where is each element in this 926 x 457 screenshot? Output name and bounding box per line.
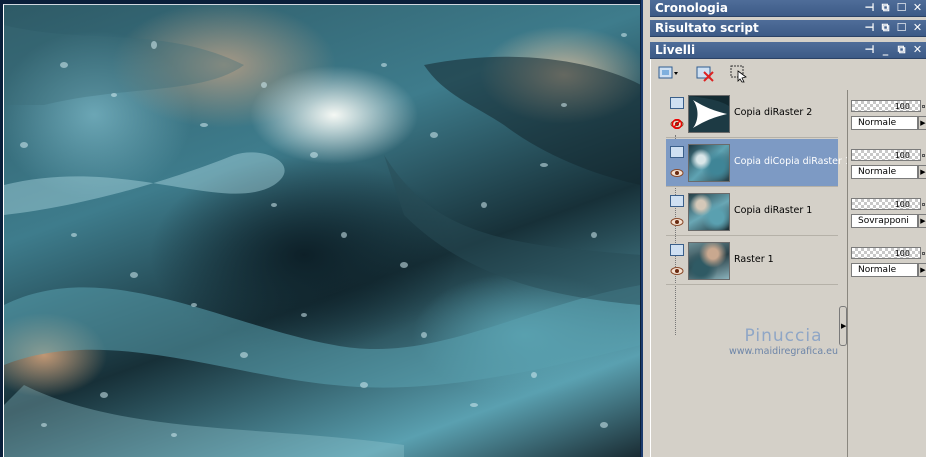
pin-icon[interactable]: ⊣ xyxy=(863,1,876,15)
layer-properties-3: 100 Normale ▶ xyxy=(851,241,926,281)
visibility-on-icon[interactable] xyxy=(670,266,684,275)
script-output-title-text: Risultato script xyxy=(655,21,759,35)
blend-mode-select[interactable]: Sovrapponi xyxy=(851,214,918,228)
blend-dropdown-arrow-icon[interactable]: ▶ xyxy=(918,116,926,130)
visibility-on-icon[interactable] xyxy=(670,217,684,226)
maximize-icon[interactable]: ☐ xyxy=(895,21,908,35)
layer-row-copia-diraster-1[interactable]: Copia diRaster 1 xyxy=(666,188,838,236)
blend-dropdown-arrow-icon[interactable]: ▶ xyxy=(918,214,926,228)
layer-properties-column: 100 Normale ▶ 100 Normale ▶ 100 Sovrappo… xyxy=(847,90,926,457)
visibility-on-icon[interactable] xyxy=(670,168,684,177)
minimize-icon[interactable]: _ xyxy=(879,43,892,57)
opacity-slider[interactable]: 100 xyxy=(851,100,921,112)
layer-name: Copia diRaster 2 xyxy=(734,107,813,118)
layers-toolbar xyxy=(651,59,926,87)
visibility-off-icon[interactable] xyxy=(670,118,684,130)
raster-layer-icon xyxy=(670,244,684,256)
blend-dropdown-arrow-icon[interactable]: ▶ xyxy=(918,263,926,277)
blend-mode-select[interactable]: Normale xyxy=(851,116,918,130)
layer-row-copia-diraster-2[interactable]: Copia diRaster 2 xyxy=(666,90,838,138)
opacity-slider[interactable]: 100 xyxy=(851,149,921,161)
pin-icon[interactable]: ⊣ xyxy=(863,21,876,35)
opacity-handle[interactable] xyxy=(922,154,925,157)
opacity-slider[interactable]: 100 xyxy=(851,198,921,210)
blend-dropdown-arrow-icon[interactable]: ▶ xyxy=(918,165,926,179)
layer-name: Copia diRaster 1 xyxy=(734,205,813,216)
history-title-buttons: ⊣ ⧉ ☐ ✕ xyxy=(863,1,924,16)
selection-icon[interactable] xyxy=(728,63,750,83)
blend-mode-select[interactable]: Normale xyxy=(851,165,918,179)
delete-layer-icon[interactable] xyxy=(695,63,717,83)
layer-name: Raster 1 xyxy=(734,254,774,265)
opacity-slider[interactable]: 100 xyxy=(851,247,921,259)
script-output-panel-title[interactable]: Risultato script ⊣ ⧉ ☐ ✕ xyxy=(650,20,926,37)
layer-properties-2: 100 Sovrapponi ▶ xyxy=(851,192,926,232)
restore-icon[interactable]: ⧉ xyxy=(895,43,908,57)
watermark-url: www.maidiregrafica.eu xyxy=(728,346,839,357)
raster-layer-icon xyxy=(670,97,684,109)
layer-name: Copia diCopia diRaster 1 xyxy=(734,156,851,167)
layer-thumbnail xyxy=(688,95,730,133)
layer-row-raster-1[interactable]: Raster 1 xyxy=(666,237,838,285)
new-layer-icon[interactable] xyxy=(657,63,679,83)
layer-row-copia-dicopia-diraster-1[interactable]: Copia diCopia diRaster 1 xyxy=(666,139,851,187)
history-title-text: Cronologia xyxy=(655,1,728,15)
layer-thumbnail xyxy=(688,242,730,280)
opacity-handle[interactable] xyxy=(922,105,925,108)
layers-title-text: Livelli xyxy=(655,43,696,57)
pin-icon[interactable]: ⊣ xyxy=(863,43,876,57)
raster-layer-icon xyxy=(670,146,684,158)
maximize-icon[interactable]: ☐ xyxy=(895,1,908,15)
layers-panel-title[interactable]: Livelli ⊣ _ ⧉ ✕ xyxy=(650,42,926,59)
opacity-handle[interactable] xyxy=(922,203,925,206)
layer-list[interactable]: Copia diRaster 2 Copia diCopia diRaster … xyxy=(666,90,851,457)
opacity-handle[interactable] xyxy=(922,252,925,255)
layers-title-buttons: ⊣ _ ⧉ ✕ xyxy=(863,43,924,58)
blend-mode-select[interactable]: Normale xyxy=(851,263,918,277)
history-panel-title[interactable]: Cronologia ⊣ ⧉ ☐ ✕ xyxy=(650,0,926,17)
raster-layer-icon xyxy=(670,195,684,207)
close-icon[interactable]: ✕ xyxy=(911,1,924,15)
layer-thumbnail xyxy=(688,144,730,182)
splitter-arrow-icon[interactable]: ▶ xyxy=(841,322,846,330)
canvas-frame xyxy=(0,0,643,457)
close-icon[interactable]: ✕ xyxy=(911,21,924,35)
restore-icon[interactable]: ⧉ xyxy=(879,1,892,15)
restore-icon[interactable]: ⧉ xyxy=(879,21,892,35)
script-output-title-buttons: ⊣ ⧉ ☐ ✕ xyxy=(863,21,924,36)
layer-thumbnail xyxy=(688,193,730,231)
layer-properties-1: 100 Normale ▶ xyxy=(851,143,926,183)
close-icon[interactable]: ✕ xyxy=(911,43,924,57)
canvas-waves xyxy=(4,25,640,457)
layer-properties-0: 100 Normale ▶ xyxy=(851,94,926,134)
layers-panel: Copia diRaster 2 Copia diCopia diRaster … xyxy=(650,59,926,457)
image-canvas[interactable] xyxy=(3,4,640,457)
